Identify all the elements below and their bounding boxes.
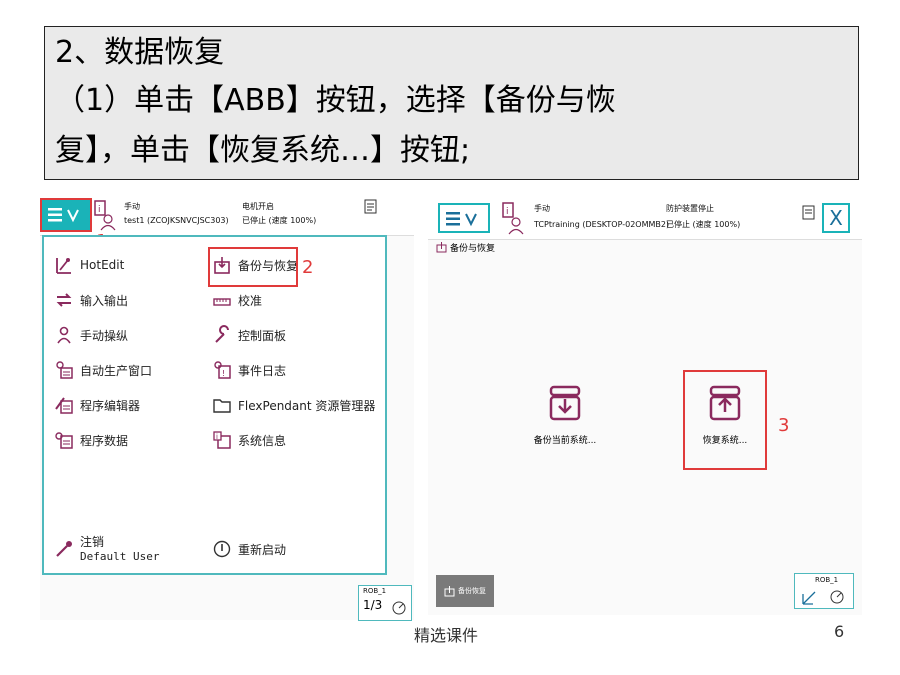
svg-text:i: i [506, 207, 509, 217]
program-editor-icon [55, 397, 73, 414]
menu-item-label: 事件日志 [238, 363, 287, 378]
io-icon [56, 293, 72, 307]
annotation-number-3: 3 [778, 415, 790, 436]
menu-item-program-editor[interactable]: 程序编辑器 [54, 395, 140, 415]
menu-item-event-log[interactable]: ! 事件日志 [212, 360, 286, 380]
speed-icon [392, 601, 406, 615]
restore-system-button[interactable]: 恢复系统... [684, 385, 766, 455]
restart-button[interactable]: 重新启动 [212, 539, 286, 559]
system-name-text: TCPtraining (DESKTOP-02OMMB2) [534, 220, 670, 229]
menu-hamburger-icon [446, 212, 477, 227]
rob-label: ROB_1 [363, 587, 387, 595]
svg-text:i: i [98, 205, 101, 215]
backup-restore-icon [436, 242, 447, 253]
left-flexpendant-screen: i 手动 test1 (ZCOJKSNVCJSC303) 电机开启 已停止 (速… [40, 195, 414, 621]
restore-icon [709, 385, 741, 421]
slide-title-line-3: 复】，单击【恢复系统…】按钮; [55, 133, 471, 168]
menu-item-label: 输入输出 [80, 293, 129, 308]
quickset-button[interactable]: ROB_1 [794, 573, 854, 609]
system-info-icon: i [213, 431, 231, 449]
fraction-label: 1/3 [363, 598, 383, 612]
menu-item-calibration[interactable]: 校准 [212, 290, 262, 310]
slide-title-box: 2、数据恢复 （1）单击【ABB】按钮，选择【备份与恢 复】，单击【恢复系统…】… [44, 26, 859, 180]
svg-text:!: ! [222, 369, 225, 378]
annotation-box-1 [40, 198, 92, 232]
annotation-number-2: 2 [302, 257, 314, 278]
restore-label: 恢复系统... [702, 436, 748, 446]
run-status-text: 已停止 (速度 100%) [666, 220, 741, 229]
calibration-icon [213, 298, 231, 306]
robot-status-icon: i [502, 202, 524, 235]
breadcrumb-label: 备份与恢复 [450, 244, 496, 254]
mode-text: 手动 [534, 204, 550, 213]
menu-item-label: HotEdit [80, 258, 125, 272]
right-flexpendant-screen: i 手动 TCPtraining (DESKTOP-02OMMB2) 防护装置停… [428, 195, 862, 615]
mode-text: 手动 [124, 202, 140, 211]
page-number: 6 [834, 622, 845, 641]
breadcrumb: 备份与恢复 [436, 241, 495, 254]
guard-status-text: 防护装置停止 [666, 204, 714, 213]
annotation-box-2 [208, 247, 298, 287]
system-name-text: test1 (ZCOJKSNVCJSC303) [124, 216, 229, 225]
logout-button[interactable]: 注销 Default User [54, 533, 159, 563]
menu-item-system-info[interactable]: i 系统信息 [212, 430, 286, 450]
event-notification-icon[interactable] [364, 199, 378, 215]
menu-item-label: 控制面板 [238, 328, 287, 343]
abb-menu-button[interactable] [438, 203, 490, 233]
hotedit-icon [56, 258, 71, 274]
menu-item-label: 系统信息 [238, 433, 287, 448]
quickset-button[interactable]: ROB_1 1/3 [358, 585, 412, 621]
backup-icon [549, 385, 581, 421]
key-icon [56, 541, 72, 557]
close-button[interactable]: X [822, 203, 850, 233]
robot-status-icon: i [94, 200, 116, 231]
slide-title-line-2: （1）单击【ABB】按钮，选择【备份与恢 [55, 83, 616, 118]
production-window-icon [56, 361, 73, 379]
folder-icon [213, 399, 231, 413]
menu-item-jogging[interactable]: 手动操纵 [54, 325, 128, 345]
menu-item-control-panel[interactable]: 控制面板 [212, 325, 286, 345]
program-data-icon [55, 432, 73, 449]
backup-current-system-button[interactable]: 备份当前系统... [520, 385, 610, 455]
menu-item-label: FlexPendant 资源管理器 [238, 398, 376, 413]
svg-text:i: i [216, 433, 218, 441]
motor-status-text: 电机开启 [242, 202, 274, 211]
footer-label: 精选课件 [414, 626, 479, 645]
taskbar-label: 备份恢复 [458, 587, 486, 595]
logout-label: 注销 [80, 535, 105, 549]
restart-label: 重新启动 [238, 542, 287, 557]
menu-item-label: 校准 [238, 293, 263, 308]
event-notification-icon[interactable] [802, 205, 816, 221]
backup-label: 备份当前系统... [533, 436, 597, 446]
menu-item-flexpendant-explorer[interactable]: FlexPendant 资源管理器 [212, 395, 375, 415]
slide-title-line-1: 2、数据恢复 [55, 35, 225, 70]
logout-user: Default User [80, 550, 160, 563]
status-header: i 手动 test1 (ZCOJKSNVCJSC303) 电机开启 已停止 (速… [40, 195, 414, 236]
menu-item-hotedit[interactable]: HotEdit [54, 255, 124, 275]
jogging-icon [57, 326, 71, 344]
menu-item-label: 程序编辑器 [80, 398, 141, 413]
menu-item-program-data[interactable]: 程序数据 [54, 430, 128, 450]
abb-main-menu: HotEdit 输入输出 手动操纵 自动生产窗口 程序编辑器 程序数据 备份与恢… [42, 235, 387, 575]
menu-item-io[interactable]: 输入输出 [54, 290, 128, 310]
control-panel-icon [215, 325, 229, 343]
jog-coordinate-icon [802, 590, 844, 605]
menu-item-label: 程序数据 [80, 433, 129, 448]
backup-restore-icon [444, 585, 455, 596]
menu-item-label: 自动生产窗口 [80, 363, 153, 378]
menu-item-production-window[interactable]: 自动生产窗口 [54, 360, 152, 380]
status-header: i 手动 TCPtraining (DESKTOP-02OMMB2) 防护装置停… [428, 195, 862, 240]
power-icon [213, 540, 231, 558]
menu-item-label: 手动操纵 [80, 328, 129, 343]
event-log-icon: ! [214, 361, 231, 379]
run-status-text: 已停止 (速度 100%) [242, 216, 317, 225]
taskbar-backup-restore[interactable]: 备份恢复 [436, 575, 494, 607]
